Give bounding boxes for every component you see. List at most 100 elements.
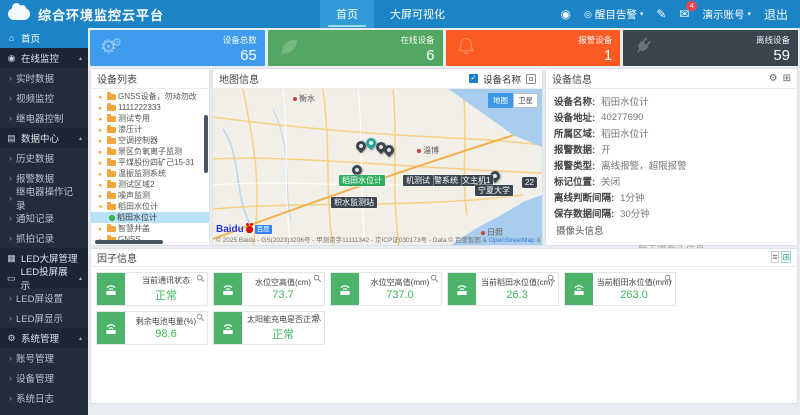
- nav-bigscreen[interactable]: 大屏可视化: [374, 0, 461, 28]
- factor-card[interactable]: 当前稻田水位值(mm)263.0: [564, 272, 676, 306]
- map-attribution: © 2025 Baidu - GS(2023)3206号 - 甲测资字11111…: [216, 234, 542, 244]
- horizontal-scrollbar[interactable]: [95, 240, 163, 244]
- envelope-icon[interactable]: ✉4: [679, 7, 689, 21]
- sidebar-item-history-data[interactable]: ›历史数据: [0, 148, 88, 168]
- window-icon[interactable]: ⊞: [783, 73, 791, 84]
- tree-item-expanded[interactable]: ▾稻田水位计: [91, 201, 209, 212]
- chevron-up-icon: ▴: [79, 275, 82, 282]
- magnifier-icon[interactable]: [313, 313, 322, 322]
- expand-icon[interactable]: ▸: [99, 159, 105, 167]
- folder-icon: [107, 138, 116, 144]
- factor-card[interactable]: 水位空高值(mm)737.0: [330, 272, 442, 306]
- tree-item[interactable]: ▸平煤股份四矿己15-31: [91, 157, 209, 168]
- expand-icon[interactable]: ▸: [99, 181, 105, 189]
- magnifier-icon[interactable]: [196, 274, 205, 283]
- monitor-icon: ◉: [6, 53, 17, 64]
- alarm-mode-dropdown[interactable]: ◎ 醒目告警 ▾: [584, 7, 643, 22]
- brand: 综合环境监控云平台: [0, 0, 260, 28]
- sidebar-item-account-mgmt[interactable]: ›账号管理: [0, 348, 88, 368]
- expand-icon[interactable]: ▸: [99, 126, 105, 134]
- tree-item[interactable]: ▸渗压计: [91, 124, 209, 135]
- sidebar-label: 历史数据: [16, 151, 54, 165]
- stat-total-devices[interactable]: ⚙⚙ 设备总数 65: [90, 30, 265, 66]
- stat-offline-devices[interactable]: 离线设备 59: [623, 30, 798, 66]
- expand-icon[interactable]: ▸: [99, 225, 105, 233]
- map-marker-label[interactable]: 机测试: [403, 175, 433, 186]
- logout-button[interactable]: 退出: [764, 6, 788, 23]
- sidebar-group-online-monitor[interactable]: ◉在线监控▴: [0, 48, 88, 68]
- expand-icon[interactable]: ▸: [99, 148, 105, 156]
- magnifier-icon[interactable]: [430, 274, 439, 283]
- sidebar-item-device-mgmt[interactable]: ›设备管理: [0, 368, 88, 388]
- gear-icon[interactable]: ⚙: [769, 73, 778, 84]
- broadcast-icon[interactable]: ◉: [560, 7, 570, 21]
- factor-card[interactable]: 太阳能充电是否正常正常: [213, 311, 325, 345]
- tree-item[interactable]: ▸GNSS设备，勿动勿改: [91, 91, 209, 102]
- sidebar-item-capture-log[interactable]: ›抓拍记录: [0, 228, 88, 248]
- stat-value: 6: [426, 47, 434, 64]
- stat-alarm-devices[interactable]: 报警设备 1: [446, 30, 621, 66]
- sidebar-item-relay-control[interactable]: ›继电器控制: [0, 108, 88, 128]
- pen-icon[interactable]: ✎: [656, 7, 666, 21]
- expand-icon[interactable]: ▸: [99, 104, 105, 112]
- satellite-mode-button[interactable]: 卫星: [513, 93, 538, 108]
- account-dropdown[interactable]: 演示账号 ▾: [702, 7, 751, 22]
- magnifier-icon[interactable]: [313, 274, 322, 283]
- factor-card[interactable]: 当前稻田水位值(cm)26.3: [447, 272, 559, 306]
- sidebar-item-video-monitor[interactable]: ›视频监控: [0, 88, 88, 108]
- field-label: 标记位置:: [554, 174, 595, 188]
- map-marker-label[interactable]: 宁夏大学: [475, 185, 513, 196]
- magnifier-icon[interactable]: [547, 274, 556, 283]
- map-mode-button[interactable]: 地图: [488, 93, 513, 108]
- expand-icon[interactable]: ▸: [99, 192, 105, 200]
- sidebar-item-led-display[interactable]: ›LED屏显示: [0, 308, 88, 328]
- tree-item[interactable]: ▸空调控制器: [91, 135, 209, 146]
- vertical-scrollbar[interactable]: [204, 115, 208, 173]
- expand-icon[interactable]: ▸: [99, 137, 105, 145]
- map-marker-label-active[interactable]: 稻田水位计: [339, 175, 385, 186]
- fullscreen-icon[interactable]: [526, 74, 536, 84]
- sidebar-item-realtime-data[interactable]: ›实时数据: [0, 68, 88, 88]
- sidebar-item-system-log[interactable]: ›系统日志: [0, 388, 88, 408]
- expand-icon[interactable]: ▸: [99, 170, 105, 178]
- expand-icon[interactable]: ▸: [99, 115, 105, 123]
- sidebar-item-relay-log[interactable]: ›继电器操作记录: [0, 188, 88, 208]
- factor-card[interactable]: 水位空高值(cm)73.7: [213, 272, 325, 306]
- osm-link[interactable]: OpenStreetMap: [489, 237, 535, 244]
- expand-icon[interactable]: ▸: [99, 93, 105, 101]
- device-name-checkbox[interactable]: ✓: [469, 74, 478, 83]
- stat-online-devices[interactable]: 在线设备 6: [268, 30, 443, 66]
- sidebar-group-data-center[interactable]: ▤数据中心▴: [0, 128, 88, 148]
- sidebar-item-home[interactable]: ⌂首页: [0, 28, 88, 48]
- tree-item-selected[interactable]: 稻田水位计: [91, 212, 209, 223]
- factor-card[interactable]: 当前通讯状态正常: [96, 272, 208, 306]
- tree-item[interactable]: ▸噪声监测: [91, 190, 209, 201]
- cluster-badge[interactable]: 22: [522, 177, 537, 188]
- map-canvas[interactable]: 地图 卫星 衡水 淄博 日照 文主机1 警系统 机测试 稻田水位计 积水监测站 …: [213, 89, 542, 245]
- chevron-up-icon: ▴: [79, 335, 82, 342]
- device-list-panel: 设备列表 ▸GNSS设备，勿动勿改 ▸1111222333 ▸测试专用 ▸渗压计…: [90, 68, 210, 246]
- factor-header: 因子信息 ≡ ⊞: [91, 249, 797, 267]
- magnifier-icon[interactable]: [664, 274, 673, 283]
- map-marker-label[interactable]: 积水监测站: [331, 197, 377, 208]
- nav-home[interactable]: 首页: [320, 0, 374, 28]
- tree-item[interactable]: ▸测试专用: [91, 113, 209, 124]
- collapse-icon[interactable]: ▾: [99, 203, 105, 211]
- factor-card[interactable]: 剩余电池电量(%)98.6: [96, 311, 208, 345]
- list-view-icon[interactable]: ≡: [771, 251, 778, 263]
- home-icon: ⌂: [6, 33, 17, 43]
- map-marker-label[interactable]: 警系统: [431, 175, 461, 186]
- sidebar-group-led-cast[interactable]: ▭LED投屏展示▴: [0, 268, 88, 288]
- tree-item[interactable]: ▸1111222333: [91, 102, 209, 113]
- sidebar-group-system[interactable]: ⚙系统管理▴: [0, 328, 88, 348]
- factor-title: 太阳能充电是否正常: [247, 314, 319, 325]
- tree-item[interactable]: ▸景区负氧离子监测: [91, 146, 209, 157]
- tree-item[interactable]: ▸智慧井盖: [91, 223, 209, 234]
- tree-item[interactable]: ▸测试区域2: [91, 179, 209, 190]
- tree-item[interactable]: ▸温振监测系统: [91, 168, 209, 179]
- chevron-right-icon: ›: [9, 93, 12, 103]
- magnifier-icon[interactable]: [196, 313, 205, 322]
- grid-view-icon[interactable]: ⊞: [781, 251, 791, 263]
- chevron-right-icon: ›: [9, 233, 12, 243]
- folder-icon: [107, 105, 116, 111]
